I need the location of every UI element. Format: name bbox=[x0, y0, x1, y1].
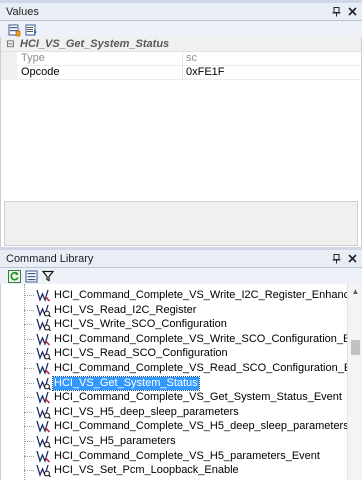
event-icon bbox=[35, 362, 51, 375]
command-library-title: Command Library bbox=[6, 252, 94, 265]
command-icon bbox=[35, 318, 51, 332]
tree-item[interactable]: HCI_Command_Complete_VS_Read_SCO_Configu… bbox=[1, 361, 362, 376]
property-value[interactable]: sc bbox=[183, 52, 361, 65]
property-category-row[interactable]: ⊟ HCI_VS_Get_System_Status bbox=[1, 37, 361, 52]
tree-connector-line bbox=[24, 411, 34, 413]
refresh-icon[interactable] bbox=[7, 269, 21, 283]
list-view-icon[interactable] bbox=[24, 269, 38, 283]
property-row-opcode[interactable]: Opcode 0xFE1F bbox=[1, 66, 361, 80]
property-pages-icon[interactable] bbox=[24, 24, 38, 38]
scrollbar-thumb[interactable] bbox=[351, 340, 360, 355]
row-gutter bbox=[1, 66, 17, 79]
tree-item[interactable]: HCI_VS_Write_SCO_Configuration bbox=[1, 317, 346, 332]
close-icon[interactable] bbox=[346, 6, 358, 18]
command-tree[interactable]: HCI_Command_Complete_VS_Write_I2C_Regist… bbox=[0, 284, 362, 480]
tree-connector-line bbox=[24, 397, 34, 399]
tree-connector-line bbox=[24, 353, 34, 355]
event-icon bbox=[35, 391, 51, 405]
tree-item[interactable]: HCI_VS_Get_System_Status bbox=[1, 375, 346, 391]
tree-connector-line bbox=[24, 426, 34, 428]
categorized-view-icon[interactable] bbox=[7, 24, 21, 38]
tree-item-label: HCI_Command_Complete_VS_Get_System_Statu… bbox=[54, 391, 342, 404]
command-icon bbox=[35, 464, 51, 478]
filter-icon[interactable] bbox=[41, 269, 55, 283]
property-name: Opcode bbox=[17, 66, 183, 79]
tree-item-label: HCI_VS_Set_Pcm_Loopback_Enable bbox=[54, 464, 239, 477]
row-gutter bbox=[1, 52, 17, 65]
event-icon bbox=[35, 289, 51, 302]
tree-connector-line bbox=[24, 441, 34, 442]
tree-item-label: HCI_VS_Get_System_Status bbox=[52, 375, 200, 391]
tree-item-label: HCI_VS_H5_parameters bbox=[54, 435, 176, 447]
collapse-icon[interactable]: ⊟ bbox=[5, 39, 16, 50]
command-icon bbox=[35, 304, 51, 317]
command-library-header: Command Library bbox=[0, 250, 362, 268]
event-icon bbox=[35, 333, 51, 346]
tree-connector-line bbox=[24, 470, 34, 472]
tree-item[interactable]: HCI_Command_Complete_VS_Get_System_Statu… bbox=[1, 390, 346, 405]
command-library-toolbar bbox=[0, 268, 362, 284]
property-value[interactable]: 0xFE1F bbox=[183, 66, 361, 79]
tree-item-label: HCI_Command_Complete_VS_Write_SCO_Config… bbox=[54, 332, 362, 345]
tree-item-label: HCI_Command_Complete_VS_Read_SCO_Configu… bbox=[54, 362, 362, 374]
vertical-scrollbar[interactable]: ▲ bbox=[347, 284, 362, 480]
tree-item-label: HCI_VS_Read_SCO_Configuration bbox=[54, 347, 228, 360]
tree-item-label: HCI_Command_Complete_VS_H5_parameters_Ev… bbox=[54, 449, 320, 462]
tree-connector-line bbox=[24, 455, 34, 457]
values-panel-title: Values bbox=[6, 5, 39, 18]
tree-connector-line bbox=[24, 309, 34, 311]
tree-item[interactable]: HCI_VS_Read_SCO_Configuration bbox=[1, 346, 346, 361]
tree-item[interactable]: HCI_VS_Read_I2C_Register bbox=[1, 303, 346, 318]
command-icon bbox=[35, 435, 51, 449]
tree-connector-line bbox=[24, 324, 34, 326]
command-icon bbox=[35, 347, 51, 361]
property-description-area bbox=[4, 201, 358, 246]
values-panel-header: Values bbox=[0, 3, 362, 21]
tree-item-label: HCI_Command_Complete_VS_H5_deep_sleep_pa… bbox=[54, 420, 362, 433]
tree-item-label: HCI_VS_H5_deep_sleep_parameters bbox=[54, 405, 239, 418]
command-icon bbox=[35, 377, 51, 390]
property-category-label: HCI_VS_Get_System_Status bbox=[20, 38, 170, 50]
tree-item[interactable]: HCI_Command_Complete_VS_Write_SCO_Config… bbox=[1, 332, 362, 347]
command-icon bbox=[35, 406, 51, 420]
pin-icon[interactable] bbox=[330, 6, 342, 18]
event-icon bbox=[35, 420, 51, 434]
property-name: Type bbox=[17, 52, 183, 65]
tree-item[interactable]: HCI_VS_Set_Pcm_Loopback_Enable bbox=[1, 463, 346, 478]
tree-item[interactable]: HCI_VS_H5_parameters bbox=[1, 434, 346, 449]
close-icon[interactable] bbox=[346, 253, 358, 265]
property-row-type[interactable]: Type sc bbox=[1, 52, 361, 66]
pin-icon[interactable] bbox=[330, 253, 342, 265]
tree-item-label: HCI_VS_Read_I2C_Register bbox=[54, 303, 197, 316]
scroll-up-arrow-icon[interactable]: ▲ bbox=[348, 284, 362, 299]
tree-connector-line bbox=[24, 338, 34, 340]
tree-item-label: HCI_VS_Write_SCO_Configuration bbox=[54, 318, 227, 331]
tree-item[interactable]: HCI_Command_Complete_VS_Write_I2C_Regist… bbox=[1, 288, 362, 303]
event-icon bbox=[35, 450, 51, 463]
tree-item[interactable]: HCI_Command_Complete_VS_H5_deep_sleep_pa… bbox=[1, 419, 362, 434]
tree-connector-line bbox=[24, 368, 34, 369]
tree-item[interactable]: HCI_VS_H5_deep_sleep_parameters bbox=[1, 405, 346, 420]
tree-connector-line bbox=[24, 382, 34, 384]
tree-connector-line bbox=[24, 295, 34, 296]
tree-item-label: HCI_Command_Complete_VS_Write_I2C_Regist… bbox=[54, 289, 362, 301]
tree-item[interactable]: HCI_Command_Complete_VS_H5_parameters_Ev… bbox=[1, 449, 346, 464]
